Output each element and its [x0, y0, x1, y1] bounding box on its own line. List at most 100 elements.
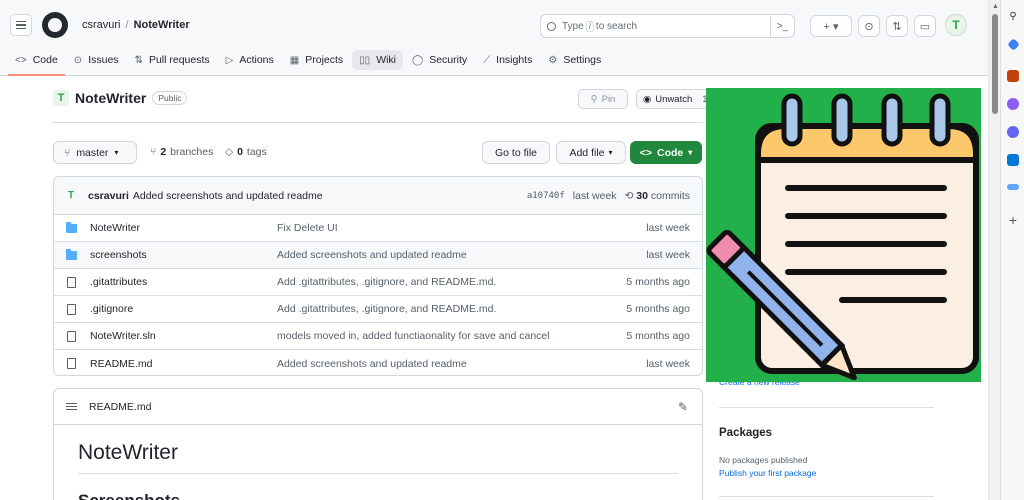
scroll-up-icon[interactable]: ▲	[992, 3, 999, 10]
issues-icon[interactable]: ⊙	[858, 15, 880, 37]
tab-issues[interactable]: ⊙ Issues	[67, 50, 126, 70]
pencil-icon[interactable]: ✎	[678, 400, 688, 414]
tab-security[interactable]: ◯ Security	[405, 50, 474, 70]
file-row[interactable]: NoteWriter Fix Delete UI last week	[54, 215, 702, 242]
global-header: csravuri / NoteWriter Type / to search >…	[0, 0, 988, 50]
branch-selector[interactable]: ⑂ master ▾	[53, 141, 137, 164]
add-icon[interactable]: +	[1007, 212, 1019, 228]
file-commit-message[interactable]: Add .gitattributes, .gitignore, and READ…	[277, 303, 496, 315]
pin-button[interactable]: ⚲ Pin	[578, 89, 628, 109]
file-icon	[67, 358, 76, 369]
commit-author[interactable]: csravuri	[88, 190, 129, 202]
shopping-icon[interactable]	[1007, 70, 1019, 82]
commit-author-avatar[interactable]: T	[64, 189, 78, 203]
commits-label: commits	[650, 189, 690, 202]
tab-settings[interactable]: ⚙ Settings	[541, 50, 608, 70]
file-name[interactable]: NoteWriter.sln	[90, 330, 277, 342]
tab-label: Pull requests	[148, 54, 210, 66]
list-icon[interactable]	[66, 402, 77, 411]
unwatch-button[interactable]: ◉ Unwatch 1	[636, 89, 712, 109]
commit-sha[interactable]: a10740f	[527, 191, 565, 201]
file-age: 5 months ago	[626, 276, 690, 288]
branch-icon: ⑂	[150, 146, 157, 158]
github-logo-icon[interactable]	[42, 12, 68, 38]
branch-name: master	[76, 146, 109, 159]
search-input[interactable]: Type / to search >_	[540, 14, 795, 38]
code-icon: <>	[639, 146, 652, 159]
owner-link[interactable]: csravuri	[82, 19, 121, 31]
code-label: Code	[657, 146, 684, 159]
file-row[interactable]: README.md Added screenshots and updated …	[54, 350, 702, 375]
packages-heading[interactable]: Packages	[719, 427, 772, 439]
branches-link[interactable]: ⑂ 2 branches	[150, 146, 213, 158]
readme-subheading: Screenshots	[78, 491, 180, 500]
command-palette-icon[interactable]: >_	[770, 15, 794, 37]
file-name[interactable]: NoteWriter	[90, 222, 277, 234]
tab-actions[interactable]: ▷ Actions	[219, 50, 281, 70]
pull-requests-icon[interactable]: ⇅	[886, 15, 908, 37]
file-icon	[67, 330, 76, 342]
tab-label: Insights	[496, 54, 533, 66]
profile-icon[interactable]	[1007, 98, 1019, 110]
tags-label: tags	[246, 146, 267, 158]
chevron-down-icon: ▾	[688, 148, 693, 157]
file-name[interactable]: README.md	[90, 358, 277, 370]
go-to-file-button[interactable]: Go to file	[482, 141, 550, 164]
repo-name[interactable]: NoteWriter	[75, 90, 146, 106]
file-commit-message[interactable]: Added screenshots and updated readme	[277, 249, 467, 261]
tab-label: Security	[429, 54, 468, 66]
search-icon[interactable]: ⚲	[1007, 10, 1019, 22]
repo-title: T NoteWriter Public	[53, 90, 188, 106]
repo-owner-avatar: T	[53, 90, 69, 106]
file-name[interactable]: .gitattributes	[90, 276, 277, 288]
commits-link[interactable]: ⟲ 30 commits	[625, 190, 690, 202]
publish-package-link[interactable]: Publish your first package	[719, 468, 816, 478]
file-row[interactable]: NoteWriter.sln models moved in, added fu…	[54, 323, 702, 350]
tab-label: Wiki	[376, 54, 397, 66]
file-age: 5 months ago	[626, 303, 690, 315]
tab-code[interactable]: <> Code	[8, 50, 65, 76]
tab-insights[interactable]: ⟋ Insights	[476, 50, 539, 70]
file-commit-message[interactable]: models moved in, added functiaonality fo…	[277, 330, 550, 342]
office-icon[interactable]	[1007, 126, 1019, 138]
file-commit-message[interactable]: Added screenshots and updated readme	[277, 358, 467, 370]
file-name[interactable]: screenshots	[90, 249, 277, 261]
latest-commit: T csravuri Added screenshots and updated…	[54, 177, 702, 215]
branch-icon: ⑂	[64, 146, 71, 159]
tab-pull-requests[interactable]: ⇅ Pull requests	[128, 50, 217, 70]
search-icon	[547, 21, 556, 31]
inbox-icon[interactable]: ▭	[914, 15, 936, 37]
breadcrumb: csravuri / NoteWriter	[82, 19, 190, 31]
outlook-icon[interactable]	[1007, 154, 1019, 166]
code-button[interactable]: <> Code ▾	[630, 141, 702, 164]
copilot-icon[interactable]	[1007, 38, 1020, 51]
scrollbar-thumb[interactable]	[992, 14, 998, 114]
repo-link[interactable]: NoteWriter	[134, 19, 190, 31]
file-commit-message[interactable]: Add .gitattributes, .gitignore, and READ…	[277, 276, 496, 288]
tab-projects[interactable]: ▦ Projects	[283, 50, 350, 70]
file-icon	[67, 276, 76, 288]
menu-icon[interactable]	[10, 14, 32, 36]
user-avatar[interactable]: T	[945, 14, 967, 36]
tags-link[interactable]: ◇ 0 tags	[225, 146, 267, 158]
page-scrollbar[interactable]: ▲	[988, 0, 1000, 500]
add-file-button[interactable]: Add file ▾	[556, 141, 626, 164]
file-name[interactable]: .gitignore	[90, 303, 277, 315]
tab-label: Issues	[88, 54, 119, 66]
tab-wiki[interactable]: ▯▯ Wiki	[352, 50, 404, 70]
file-row[interactable]: .gitattributes Add .gitattributes, .giti…	[54, 269, 702, 296]
notepad-icon	[706, 93, 979, 381]
commit-meta: a10740f last week ⟲ 30 commits	[527, 190, 690, 202]
file-age: last week	[646, 249, 690, 261]
tools-icon[interactable]	[1007, 184, 1019, 190]
file-row[interactable]: screenshots Added screenshots and update…	[54, 242, 702, 269]
file-commit-message[interactable]: Fix Delete UI	[277, 222, 338, 234]
file-row[interactable]: .gitignore Add .gitattributes, .gitignor…	[54, 296, 702, 323]
file-list: T csravuri Added screenshots and updated…	[53, 176, 703, 376]
commit-message[interactable]: Added screenshots and updated readme	[133, 190, 323, 202]
tab-label: Settings	[563, 54, 602, 66]
breadcrumb-separator: /	[125, 19, 129, 31]
create-new-button[interactable]: + ▾	[810, 15, 852, 37]
tag-icon: ◇	[225, 146, 234, 158]
repo-nav-tabs: <> Code ⊙ Issues ⇅ Pull requests ▷ Actio…	[0, 50, 988, 76]
